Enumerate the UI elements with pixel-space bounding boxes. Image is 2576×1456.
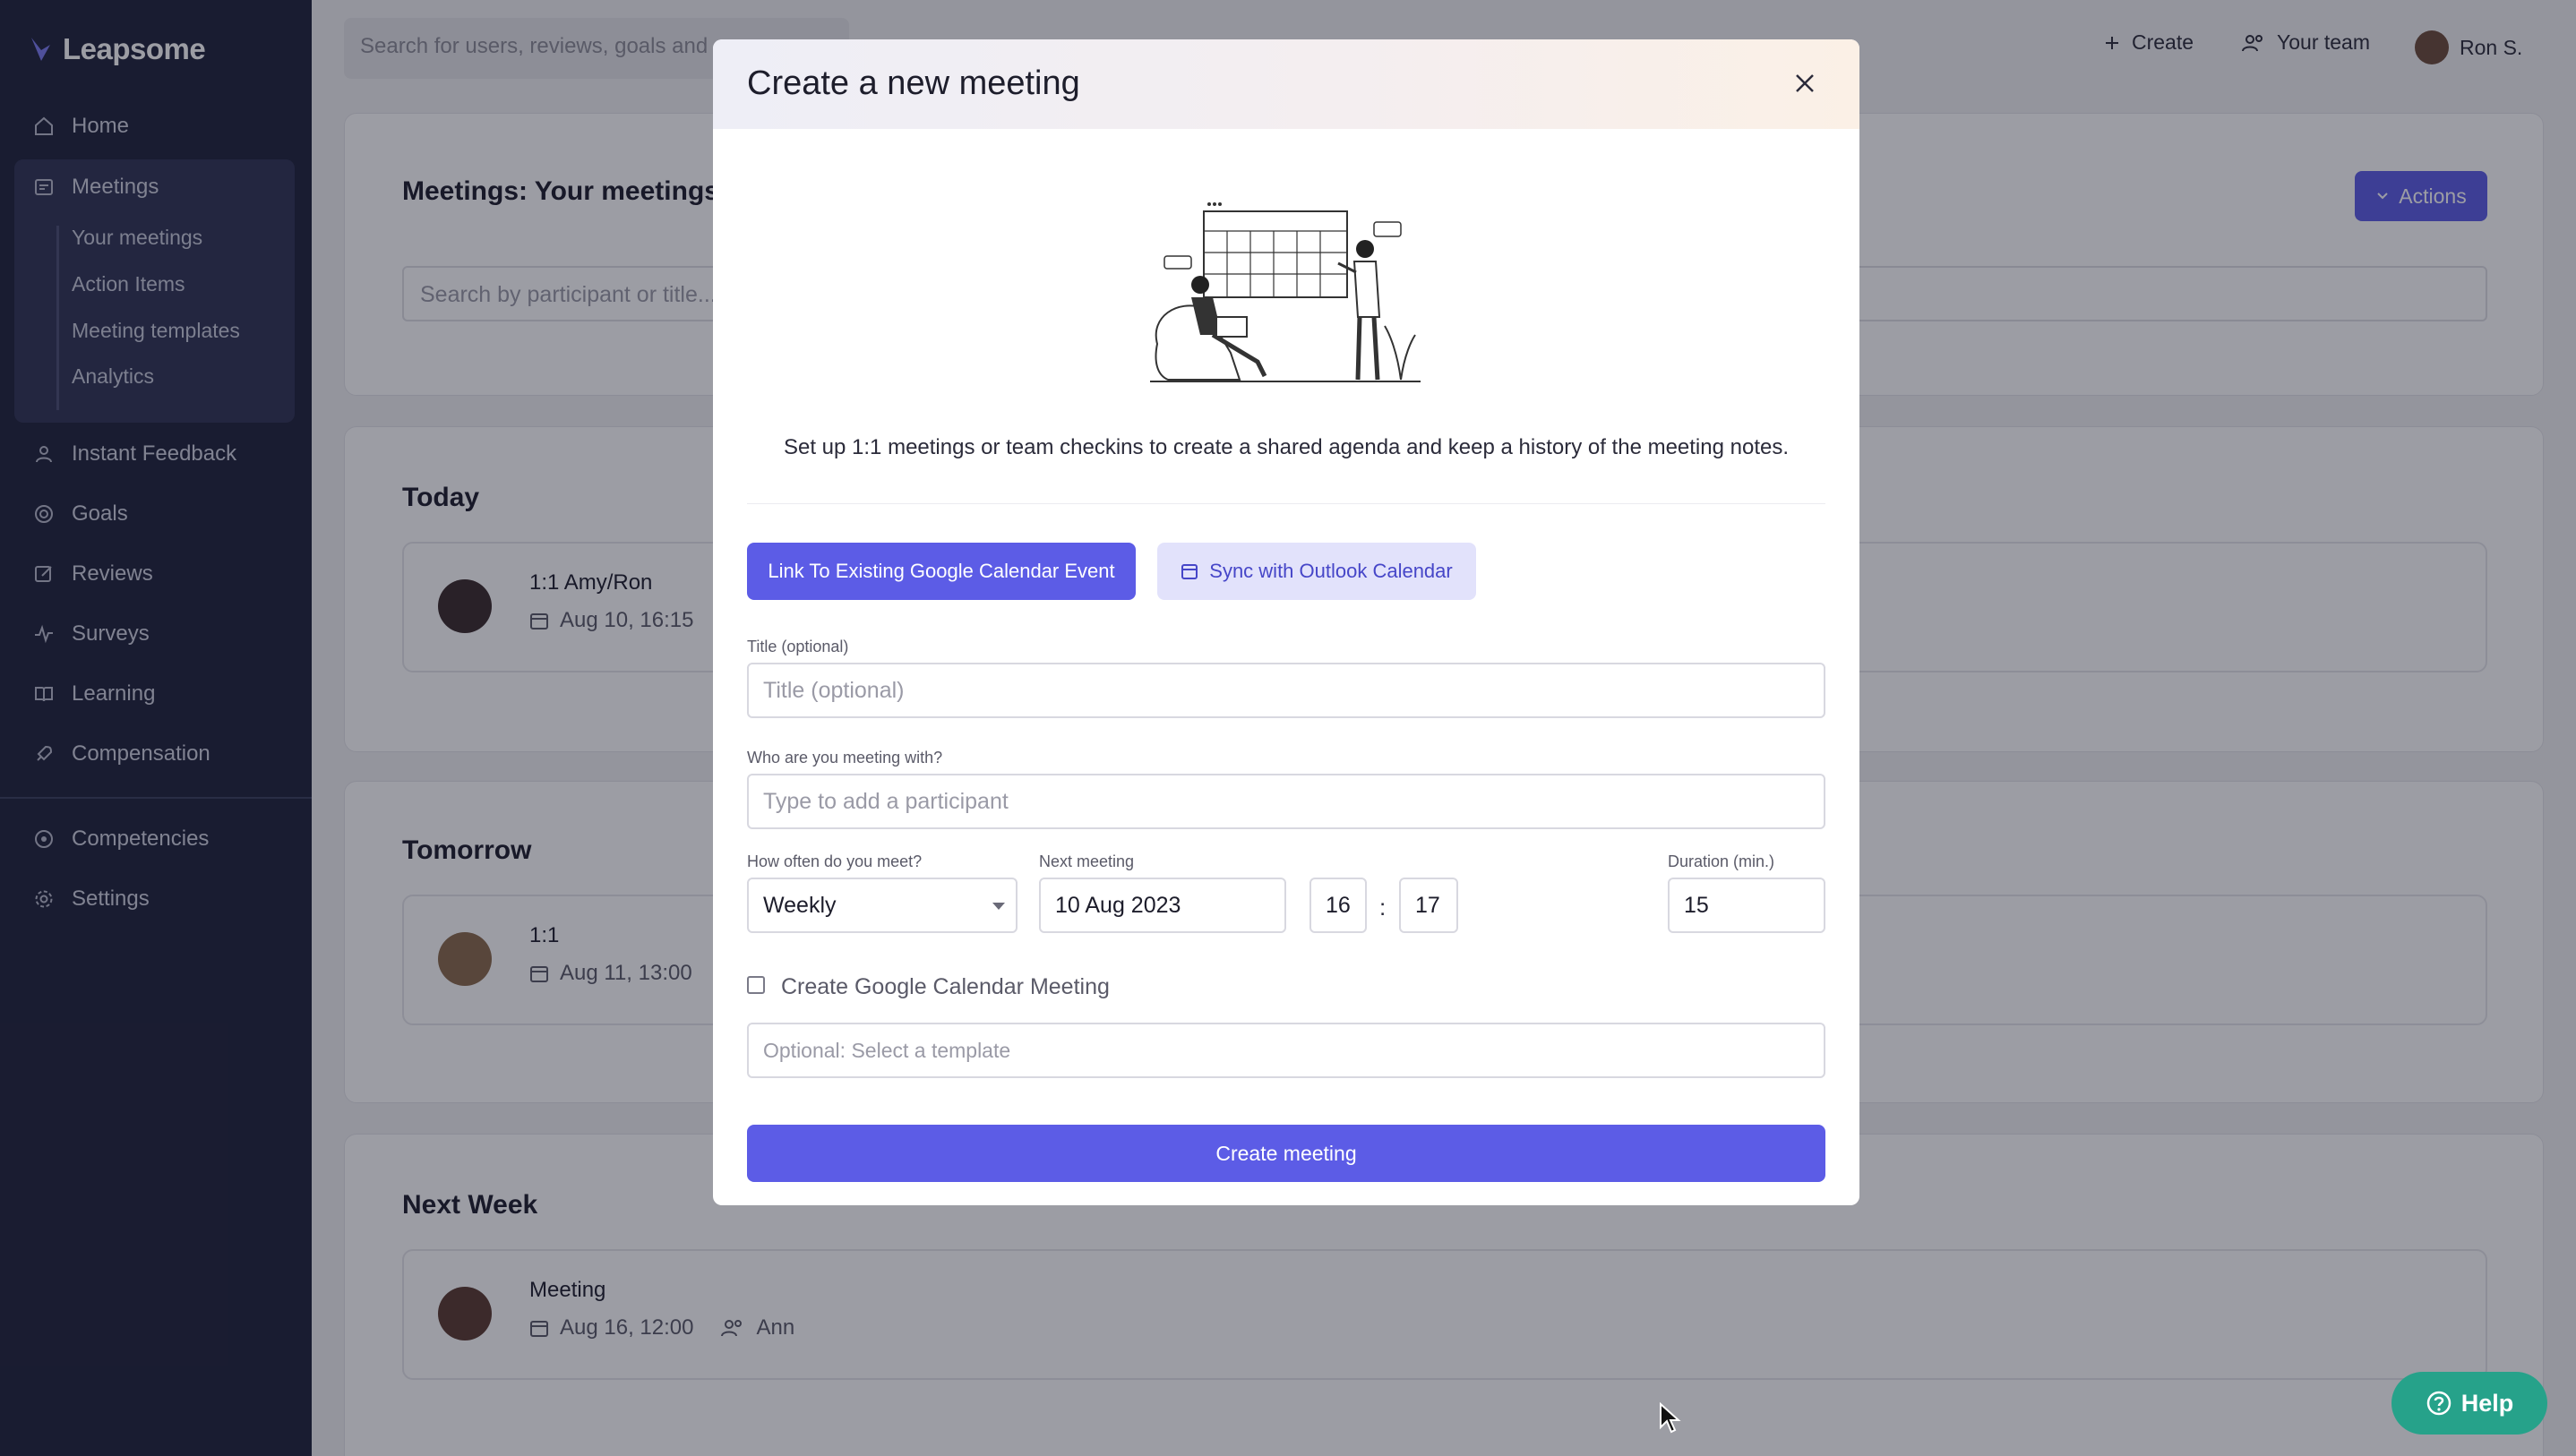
divider bbox=[747, 503, 1825, 504]
help-label: Help bbox=[2460, 1389, 2514, 1417]
calendar-icon bbox=[1181, 562, 1198, 580]
google-calendar-checkbox-label[interactable]: Create Google Calendar Meeting bbox=[781, 974, 1110, 1000]
title-field-label: Title (optional) bbox=[747, 638, 849, 655]
create-meeting-modal: Create a new meeting Set up 1:1 meetings… bbox=[713, 39, 1859, 1205]
mouse-cursor-icon bbox=[1659, 1402, 1682, 1435]
modal-intro-text: Set up 1:1 meetings or team checkins to … bbox=[783, 435, 1790, 459]
hour-input[interactable]: 16 bbox=[1309, 878, 1367, 933]
duration-field-label: Duration (min.) bbox=[1668, 852, 1775, 870]
modal-title: Create a new meeting bbox=[747, 64, 1080, 102]
participant-input[interactable]: Type to add a participant bbox=[747, 774, 1825, 829]
title-input[interactable]: Title (optional) bbox=[747, 663, 1825, 718]
time-separator: : bbox=[1379, 894, 1387, 921]
participant-field-label: Who are you meeting with? bbox=[747, 749, 943, 767]
duration-input[interactable]: 15 bbox=[1668, 878, 1825, 933]
close-icon[interactable] bbox=[1790, 68, 1820, 98]
help-button[interactable]: Help bbox=[2391, 1372, 2547, 1435]
meeting-illustration bbox=[1150, 201, 1421, 389]
frequency-field-label: How often do you meet? bbox=[747, 852, 923, 870]
google-calendar-checkbox[interactable] bbox=[747, 976, 765, 994]
frequency-select[interactable]: Weekly bbox=[747, 878, 1018, 933]
template-select[interactable]: Optional: Select a template bbox=[747, 1023, 1825, 1078]
dropdown-arrow-icon bbox=[992, 903, 1005, 910]
modal-header: Create a new meeting bbox=[713, 39, 1859, 129]
frequency-value: Weekly bbox=[763, 892, 837, 918]
create-meeting-button[interactable]: Create meeting bbox=[747, 1125, 1825, 1182]
minute-input[interactable]: 17 bbox=[1399, 878, 1458, 933]
sync-outlook-button[interactable]: Sync with Outlook Calendar bbox=[1157, 543, 1476, 600]
next-meeting-field-label: Next meeting bbox=[1039, 852, 1135, 870]
question-icon bbox=[2426, 1390, 2452, 1417]
sync-outlook-label: Sync with Outlook Calendar bbox=[1209, 560, 1453, 582]
link-google-calendar-button[interactable]: Link To Existing Google Calendar Event bbox=[747, 543, 1136, 600]
next-meeting-date-input[interactable]: 10 Aug 2023 bbox=[1039, 878, 1286, 933]
